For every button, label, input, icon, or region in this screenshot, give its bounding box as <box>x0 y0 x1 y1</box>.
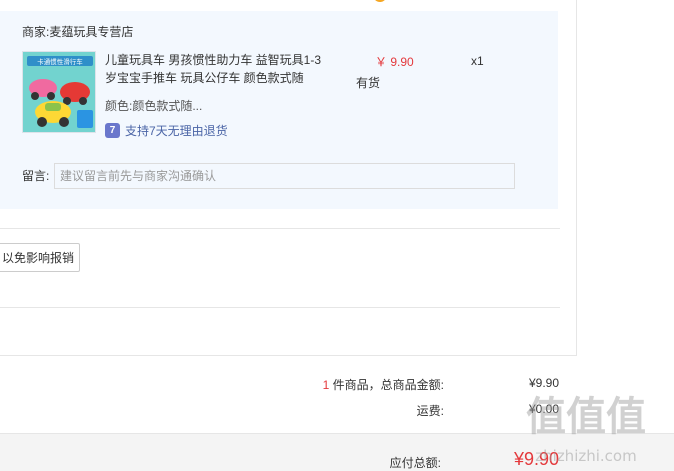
product-title-link[interactable]: 儿童玩具车 男孩惯性助力车 益智玩具1-3岁宝宝手推车 玩具公仔车 颜色款式随 <box>105 51 325 87</box>
message-label: 留言: <box>22 169 50 183</box>
shop-label: 商家: <box>22 25 50 39</box>
return-policy-text: 支持7天无理由退货 <box>125 124 228 138</box>
return-policy[interactable]: 7 支持7天无理由退货 <box>105 122 228 139</box>
goods-amount: ¥9.90 <box>528 376 559 390</box>
shop-order-box: 商家:麦蕴玩具专营店 卡通惯性滑行车 儿童玩具车 男孩惯性助力车 益智玩具1-3… <box>0 11 558 209</box>
quantity: x1 <box>471 54 484 68</box>
attr-label: 颜色: <box>105 99 133 113</box>
seller-message-input[interactable] <box>54 163 515 189</box>
shop-name: 商家:麦蕴玩具专营店 <box>22 23 133 40</box>
total-bar: 应付总额: ¥9.90 <box>0 433 674 471</box>
attr-value: 颜色款式随... <box>132 99 203 113</box>
item-count-suffix: 件商品，总商品金额: <box>329 378 444 392</box>
product-color-attr: 颜色:颜色款式随... <box>105 97 202 114</box>
unit-price: ￥ 9.90 <box>375 55 414 69</box>
total-amount: ¥9.90 <box>513 449 559 469</box>
order-panel: 商家:麦蕴玩具专营店 卡通惯性滑行车 儿童玩具车 男孩惯性助力车 益智玩具1-3… <box>0 0 577 356</box>
invoice-button[interactable]: 以免影响报销 <box>0 243 80 272</box>
shop-name-link[interactable]: 麦蕴玩具专营店 <box>49 25 133 39</box>
toy-car-image-icon: 卡通惯性滑行车 <box>23 52 95 132</box>
product-thumbnail[interactable]: 卡通惯性滑行车 <box>22 51 96 133</box>
shipping-amount: ¥0.00 <box>528 402 559 416</box>
step-indicator-dot <box>373 0 387 2</box>
thumb-banner: 卡通惯性滑行车 <box>37 57 83 66</box>
total-label: 应付总额: <box>389 456 441 470</box>
seven-day-return-icon: 7 <box>105 123 120 138</box>
stock-status: 有货 <box>356 76 381 90</box>
shipping-label: 运费: <box>416 404 444 418</box>
divider <box>0 307 560 308</box>
item-count-label: 1 件商品，总商品金额: <box>323 376 444 393</box>
divider <box>0 228 560 229</box>
